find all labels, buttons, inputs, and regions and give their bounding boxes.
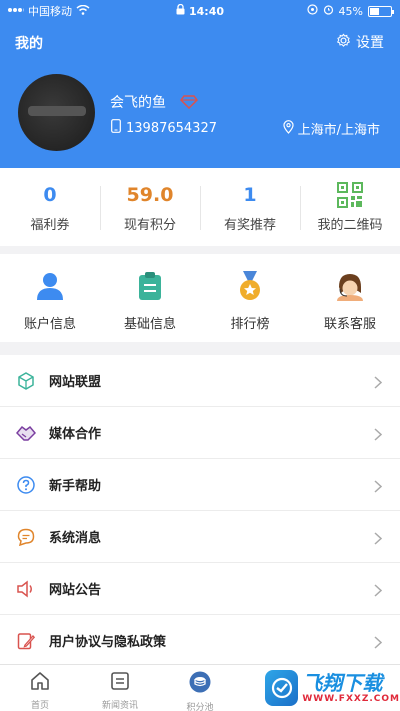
chevron-right-icon bbox=[374, 634, 383, 653]
menu-item-media-cooperation[interactable]: 媒体合作 bbox=[0, 407, 400, 459]
stats-bar: 0 福利券 59.0 现有积分 1 有奖推荐 我的二维码 bbox=[0, 168, 400, 246]
rotation-lock-icon bbox=[306, 4, 318, 18]
profile-header: 我的 设置 会飞的鱼 13987654327 上海市/上海市 bbox=[0, 22, 400, 168]
stat-referrals[interactable]: 1 有奖推荐 bbox=[200, 168, 300, 246]
message-icon bbox=[15, 526, 37, 548]
location-row: 上海市/上海市 bbox=[283, 119, 380, 138]
page-title: 我的 bbox=[15, 36, 43, 52]
clock-time: 14:40 bbox=[188, 4, 224, 18]
stat-value: 0 bbox=[43, 183, 57, 206]
quick-label: 排行榜 bbox=[230, 317, 270, 332]
location-text: 上海市/上海市 bbox=[297, 123, 380, 138]
quick-actions: 账户信息 基础信息 排行榜 联系客服 bbox=[0, 254, 400, 342]
stat-coupons[interactable]: 0 福利券 bbox=[0, 168, 100, 246]
gear-icon bbox=[336, 33, 351, 52]
chevron-right-icon bbox=[374, 374, 383, 393]
stat-label: 我的二维码 bbox=[317, 217, 383, 233]
chevron-right-icon bbox=[374, 530, 383, 549]
menu-label: 新手帮助 bbox=[49, 479, 102, 494]
lock-icon bbox=[176, 3, 185, 18]
stat-label: 福利券 bbox=[30, 217, 70, 233]
wifi-icon bbox=[76, 4, 90, 18]
tab-label: 新闻资讯 bbox=[101, 701, 138, 711]
watermark-url: WWW.FXXZ.COM bbox=[302, 693, 400, 704]
avatar[interactable] bbox=[18, 74, 95, 151]
stat-label: 有奖推荐 bbox=[223, 217, 276, 233]
agreement-icon bbox=[15, 630, 37, 652]
stat-qr-code[interactable]: 我的二维码 bbox=[300, 168, 400, 246]
quick-label: 基础信息 bbox=[123, 317, 176, 332]
stat-value: 59.0 bbox=[126, 183, 174, 206]
menu-label: 网站联盟 bbox=[49, 375, 102, 390]
menu-label: 用户协议与隐私政策 bbox=[49, 635, 167, 650]
carrier-label: 中国移动 bbox=[28, 5, 72, 18]
quick-label: 联系客服 bbox=[323, 317, 376, 332]
cube-icon bbox=[15, 370, 37, 392]
quick-basic-info[interactable]: 基础信息 bbox=[100, 254, 200, 342]
quick-ranking[interactable]: 排行榜 bbox=[200, 254, 300, 342]
menu-list: 网站联盟 媒体合作 新手帮助 系统消息 网站公告 用户协议与隐私政策 bbox=[0, 355, 400, 667]
tab-home[interactable]: 首页 bbox=[0, 665, 80, 711]
tab-news[interactable]: 新闻资讯 bbox=[80, 665, 160, 711]
chevron-right-icon bbox=[374, 582, 383, 601]
points-icon bbox=[189, 671, 211, 697]
alarm-icon bbox=[323, 4, 334, 18]
stat-points[interactable]: 59.0 现有积分 bbox=[100, 168, 200, 246]
quick-customer-service[interactable]: 联系客服 bbox=[300, 254, 400, 342]
medal-icon bbox=[235, 271, 265, 305]
tab-label: 积分池 bbox=[186, 703, 214, 711]
chevron-right-icon bbox=[374, 478, 383, 497]
status-bar: 中国移动 14:40 45% bbox=[0, 0, 400, 22]
menu-label: 网站公告 bbox=[49, 583, 102, 598]
quick-account-info[interactable]: 账户信息 bbox=[0, 254, 100, 342]
menu-item-site-announcements[interactable]: 网站公告 bbox=[0, 563, 400, 615]
phone-icon bbox=[111, 119, 121, 137]
phone-row: 13987654327 bbox=[111, 119, 217, 137]
signal-icon bbox=[8, 5, 27, 18]
battery-icon bbox=[368, 5, 394, 17]
watermark-logo-icon bbox=[265, 669, 299, 706]
stat-label: 现有积分 bbox=[123, 217, 176, 233]
chevron-right-icon bbox=[374, 426, 383, 445]
watermark: 飞翔下载 WWW.FXXZ.COM bbox=[265, 664, 400, 711]
watermark-brand: 飞翔下载 bbox=[302, 670, 383, 695]
phone-number: 13987654327 bbox=[126, 120, 217, 136]
menu-item-site-alliance[interactable]: 网站联盟 bbox=[0, 355, 400, 407]
customer-service-icon bbox=[335, 271, 365, 305]
menu-item-system-messages[interactable]: 系统消息 bbox=[0, 511, 400, 563]
speaker-icon bbox=[15, 578, 37, 600]
menu-label: 媒体合作 bbox=[49, 427, 102, 442]
settings-button[interactable]: 设置 bbox=[336, 32, 384, 52]
settings-label: 设置 bbox=[356, 35, 384, 51]
handshake-icon bbox=[15, 422, 37, 444]
qr-code-icon bbox=[337, 181, 363, 208]
tab-label: 首页 bbox=[30, 701, 49, 711]
battery-percent: 45% bbox=[338, 4, 363, 18]
user-icon bbox=[35, 271, 65, 305]
user-nickname: 会飞的鱼 bbox=[110, 95, 166, 111]
menu-label: 系统消息 bbox=[49, 531, 102, 546]
help-icon bbox=[15, 474, 37, 496]
quick-label: 账户信息 bbox=[23, 317, 76, 332]
tab-points-pool[interactable]: 积分池 bbox=[160, 665, 240, 711]
location-pin-icon bbox=[283, 119, 294, 138]
home-icon bbox=[30, 671, 50, 695]
vip-diamond-icon bbox=[180, 94, 198, 113]
clipboard-icon bbox=[135, 271, 165, 305]
news-icon bbox=[110, 671, 130, 695]
menu-item-beginner-help[interactable]: 新手帮助 bbox=[0, 459, 400, 511]
menu-item-user-agreement[interactable]: 用户协议与隐私政策 bbox=[0, 615, 400, 667]
stat-value: 1 bbox=[243, 183, 257, 206]
